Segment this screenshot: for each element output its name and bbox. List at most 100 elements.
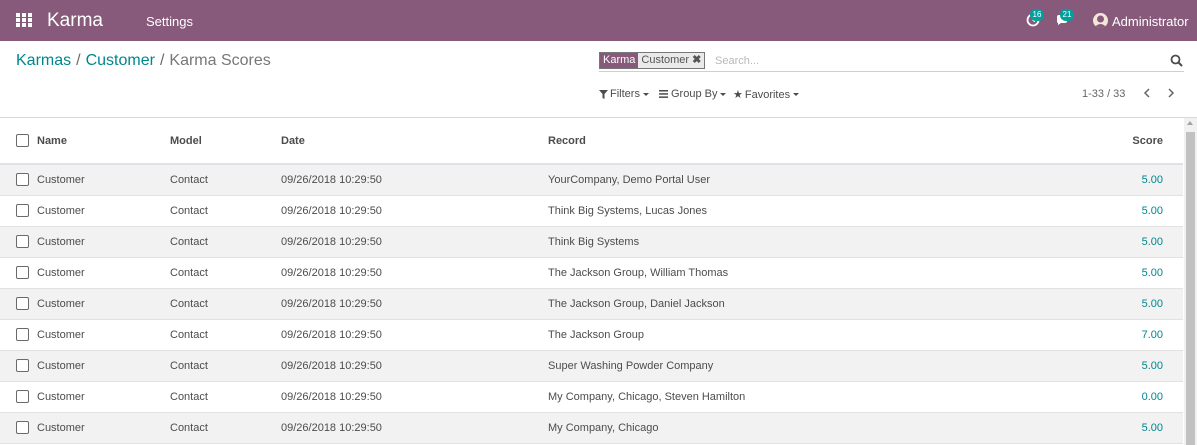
cell-record: Think Big Systems, Lucas Jones	[548, 195, 1048, 227]
cell-score: 5.00	[1048, 226, 1183, 258]
scrollbar-thumb[interactable]	[1186, 132, 1195, 445]
apps-grid-icon[interactable]	[16, 13, 32, 27]
select-all-cell	[0, 118, 37, 165]
cell-model: Contact	[170, 164, 281, 196]
breadcrumb-separator: /	[76, 52, 81, 69]
row-checkbox[interactable]	[16, 390, 29, 403]
row-select-cell	[0, 288, 37, 320]
filter-icon	[599, 89, 608, 99]
cell-date: 09/26/2018 10:29:50	[281, 381, 548, 413]
group-by-label: Group By	[671, 88, 718, 100]
pager-value[interactable]: 1-33 / 33	[1082, 88, 1125, 100]
column-header-record[interactable]: Record	[548, 118, 1048, 165]
select-all-checkbox[interactable]	[16, 134, 29, 147]
table-row[interactable]: Customer Contact 09/26/2018 10:29:50 The Ja…	[0, 257, 1183, 289]
filters-button[interactable]: Filters	[599, 88, 649, 100]
activity-badge: 16	[1030, 9, 1044, 21]
cell-score: 5.00	[1048, 195, 1183, 227]
row-select-cell	[0, 226, 37, 258]
table-row[interactable]: Customer Contact 09/26/2018 10:29:50 Think …	[0, 195, 1183, 227]
menu-settings[interactable]: Settings	[146, 14, 193, 29]
breadcrumb-customer[interactable]: Customer	[86, 52, 155, 69]
cell-date: 09/26/2018 10:29:50	[281, 257, 548, 289]
table-row[interactable]: Customer Contact 09/26/2018 10:29:50 YourCo…	[0, 164, 1183, 196]
group-by-button[interactable]: Group By	[659, 88, 727, 100]
table-row[interactable]: Customer Contact 09/26/2018 10:29:50 Super …	[0, 350, 1183, 382]
column-header-name[interactable]: Name	[37, 118, 170, 165]
row-checkbox[interactable]	[16, 266, 29, 279]
cell-record: YourCompany, Demo Portal User	[548, 164, 1048, 196]
search-bar: Karma Customer ✖	[599, 51, 1184, 72]
favorites-label: Favorites	[744, 88, 791, 101]
cell-score: 5.00	[1048, 350, 1183, 382]
cell-model: Contact	[170, 412, 281, 444]
vertical-scrollbar[interactable]	[1184, 118, 1197, 445]
cell-name: Customer	[37, 319, 170, 351]
pager-next-icon[interactable]	[1164, 85, 1178, 101]
cell-model: Contact	[170, 288, 281, 320]
row-checkbox[interactable]	[16, 297, 29, 310]
filters-label: Filters	[610, 88, 640, 100]
cell-name: Customer	[37, 257, 170, 289]
cell-name: Customer	[37, 412, 170, 444]
cell-score: 5.00	[1048, 412, 1183, 444]
table-row[interactable]: Customer Contact 09/26/2018 10:29:50 My Com…	[0, 412, 1183, 444]
search-input[interactable]	[715, 52, 1135, 69]
row-checkbox[interactable]	[16, 173, 29, 187]
table-row[interactable]: Customer Contact 09/26/2018 10:29:50 My Com…	[0, 381, 1183, 413]
cell-name: Customer	[37, 226, 170, 258]
cell-record: The Jackson Group, Daniel Jackson	[548, 288, 1048, 320]
cell-model: Contact	[170, 350, 281, 382]
cell-model: Contact	[170, 319, 281, 351]
row-select-cell	[0, 195, 37, 227]
table-header-row: Name Model Date Record Score	[0, 118, 1183, 165]
app-title[interactable]: Karma	[47, 10, 103, 32]
star-icon: ★	[733, 89, 743, 101]
row-checkbox[interactable]	[16, 328, 29, 341]
cell-score: 7.00	[1048, 319, 1183, 351]
search-icon[interactable]	[1170, 54, 1183, 67]
facet-remove-icon[interactable]: ✖	[692, 54, 701, 66]
pager-previous-icon[interactable]	[1140, 85, 1154, 101]
table-body: Customer Contact 09/26/2018 10:29:50 YourCo…	[0, 164, 1183, 444]
search-facet[interactable]: Karma Customer ✖	[599, 52, 706, 69]
cell-score: 0.00	[1048, 381, 1183, 413]
activity-clock-icon[interactable]: 16	[1025, 9, 1044, 28]
cell-record: Super Washing Powder Company	[548, 350, 1048, 382]
row-checkbox[interactable]	[16, 204, 29, 217]
cell-record: Think Big Systems	[548, 226, 1048, 258]
favorites-button[interactable]: ★ Favorites	[733, 88, 800, 101]
group-by-bars-icon	[659, 90, 668, 98]
cell-date: 09/26/2018 10:29:50	[281, 412, 548, 444]
table-row[interactable]: Customer Contact 09/26/2018 10:29:50 Think …	[0, 226, 1183, 258]
table-row[interactable]: Customer Contact 09/26/2018 10:29:50 The Ja…	[0, 319, 1183, 351]
cell-date: 09/26/2018 10:29:50	[281, 226, 548, 258]
breadcrumb-separator: /	[159, 52, 165, 69]
cell-model: Contact	[170, 195, 281, 227]
messages-chat-icon[interactable]: 21	[1055, 9, 1074, 28]
scroll-up-arrow-icon[interactable]	[1187, 121, 1193, 125]
row-checkbox[interactable]	[16, 421, 29, 434]
cell-record: My Company, Chicago	[548, 412, 1048, 444]
cell-score: 5.00	[1048, 288, 1183, 320]
user-avatar[interactable]	[1093, 13, 1108, 28]
row-select-cell	[0, 412, 37, 444]
column-header-date[interactable]: Date	[281, 118, 548, 165]
row-select-cell	[0, 319, 37, 351]
column-header-model[interactable]: Model	[170, 118, 281, 165]
cell-name: Customer	[37, 288, 170, 320]
cell-date: 09/26/2018 10:29:50	[281, 164, 548, 196]
list-view: Name Model Date Record Score Customer Con…	[0, 117, 1197, 445]
cell-name: Customer	[37, 164, 170, 196]
cell-name: Customer	[37, 195, 170, 227]
row-checkbox[interactable]	[16, 235, 29, 248]
user-menu[interactable]: Administrator	[1112, 14, 1189, 29]
messages-badge: 21	[1060, 9, 1074, 21]
table-row[interactable]: Customer Contact 09/26/2018 10:29:50 The Ja…	[0, 288, 1183, 320]
column-header-score[interactable]: Score	[1048, 118, 1183, 165]
row-checkbox[interactable]	[16, 359, 29, 372]
cell-name: Customer	[37, 381, 170, 413]
breadcrumb: Karmas / Customer / Karma Scores	[16, 52, 271, 70]
breadcrumb-karmas[interactable]: Karmas	[16, 52, 71, 69]
cell-model: Contact	[170, 226, 281, 258]
